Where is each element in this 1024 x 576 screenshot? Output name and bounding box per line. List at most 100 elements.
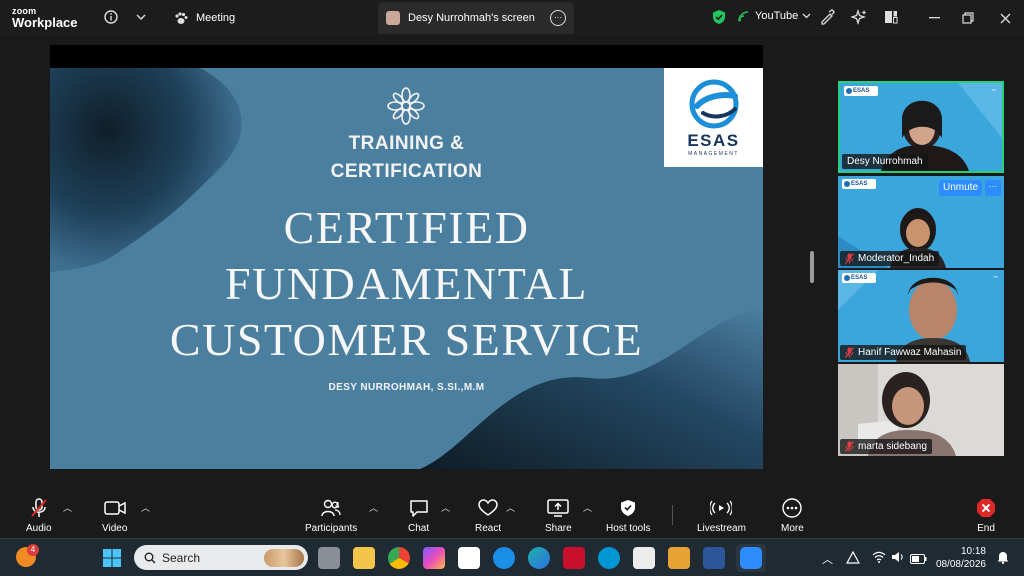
tab-shared-screen[interactable]: Desy Nurrohmah's screen ··· — [378, 2, 574, 34]
video-options-chevron-icon[interactable]: ︿ — [141, 501, 150, 514]
audio-button[interactable]: Audio — [26, 497, 52, 534]
livestream-status[interactable]: YouTube — [738, 10, 811, 22]
livestream-button[interactable]: Livestream — [697, 497, 746, 534]
esas-logo-subtext: MANAGEMENT — [688, 150, 739, 157]
help-icon[interactable] — [493, 547, 515, 569]
participant-tile[interactable]: ESAS ▪▪▪ Desy Nurrohmah — [838, 81, 1004, 173]
zoom-app-icon — [740, 547, 762, 569]
annotate-pen-icon[interactable] — [818, 8, 836, 26]
shield-check-icon[interactable] — [710, 8, 728, 26]
media-player-icon[interactable] — [668, 547, 690, 569]
meeting-info-icon[interactable] — [102, 8, 120, 26]
network-location-icon[interactable] — [845, 550, 861, 569]
share-screen-icon — [547, 499, 570, 517]
participants-button[interactable]: 4 Participants — [305, 497, 357, 534]
meeting-toolbar: Audio ︿ Video ︿ 4 Participants ︿ Chat ︿ … — [0, 491, 1024, 538]
clock-time: 10:18 — [960, 546, 986, 557]
participant-name-tag: Desy Nurrohmah — [842, 154, 928, 169]
participants-label: Participants — [305, 523, 358, 534]
participants-count: 4 — [335, 501, 340, 510]
microsoft-store-icon[interactable] — [458, 547, 480, 569]
app-window-icon[interactable] — [633, 547, 655, 569]
participants-options-chevron-icon[interactable]: ︿ — [369, 501, 378, 514]
notification-bell-icon[interactable] — [996, 550, 1010, 569]
tab-meeting[interactable]: Meeting — [174, 8, 235, 28]
livestream-icon — [710, 500, 733, 516]
presenter-avatar — [386, 11, 400, 25]
slide-subtitle: TRAINING & CERTIFICATION — [50, 130, 763, 186]
partner-watermark: ▪▪▪ — [991, 87, 996, 92]
chat-label: Chat — [408, 523, 430, 534]
more-label: More — [781, 523, 804, 534]
file-explorer-icon[interactable] — [353, 547, 375, 569]
livestream-target-label: YouTube — [755, 10, 799, 22]
mic-muted-icon — [845, 441, 854, 452]
chat-bubble-icon — [409, 500, 428, 517]
wifi-icon[interactable] — [872, 550, 886, 568]
slide-author: DESY NURROHMAH, S.SI.,M.M — [328, 382, 485, 393]
participant-name: Hanif Fawwaz Mahasin — [858, 347, 962, 358]
battery-icon[interactable] — [910, 551, 927, 569]
slide-title-line3: CUSTOMER SERVICE — [169, 314, 644, 365]
presentation-slide: TRAINING & CERTIFICATION CERTIFIED FUNDA… — [50, 68, 763, 469]
task-view-icon[interactable] — [318, 547, 340, 569]
video-button[interactable]: Video — [102, 497, 127, 534]
close-icon[interactable] — [995, 8, 1015, 28]
hp-icon[interactable] — [598, 547, 620, 569]
share-options-chevron-icon[interactable]: ︿ — [583, 501, 592, 514]
word-icon[interactable] — [703, 547, 725, 569]
slide-title: CERTIFIED FUNDAMENTAL CUSTOMER SERVICE — [50, 200, 763, 368]
chevron-down-icon — [802, 13, 811, 19]
slide-subtitle-line1: TRAINING & — [348, 133, 465, 154]
system-clock[interactable]: 10:18 08/08/2026 — [936, 545, 986, 571]
host-tools-button[interactable]: Host tools — [606, 497, 650, 534]
share-button[interactable]: Share — [545, 497, 572, 534]
minimize-icon[interactable] — [924, 8, 944, 28]
participant-name-tag: Hanif Fawwaz Mahasin — [840, 345, 967, 360]
audio-options-chevron-icon[interactable]: ︿ — [63, 501, 72, 514]
esas-watermark: ESAS — [842, 179, 876, 189]
ai-sparkle-icon[interactable] — [850, 8, 868, 26]
toolbar-divider — [672, 505, 673, 525]
paw-icon — [175, 11, 188, 24]
participant-tile[interactable]: marta sidebang — [838, 364, 1004, 456]
participant-tile[interactable]: ESAS ▪▪▪ Hanif Fawwaz Mahasin — [838, 270, 1004, 362]
react-button[interactable]: React — [475, 497, 501, 534]
end-label: End — [977, 523, 995, 534]
panel-resize-handle[interactable] — [810, 251, 814, 283]
audio-label: Audio — [26, 523, 52, 534]
slide-title-line1: CERTIFIED — [283, 202, 530, 253]
livestream-label: Livestream — [697, 523, 746, 534]
react-label: React — [475, 523, 502, 534]
chrome-icon[interactable] — [388, 547, 410, 569]
tab-shared-screen-label: Desy Nurrohmah's screen — [408, 12, 535, 24]
participant-name-tag: Moderator_Indah — [840, 251, 940, 266]
chat-button[interactable]: Chat — [408, 497, 429, 534]
mic-muted-icon — [31, 498, 47, 517]
tab-meeting-label: Meeting — [196, 12, 236, 24]
windows-start-icon[interactable] — [103, 549, 121, 572]
view-layout-icon[interactable] — [882, 8, 900, 26]
zoom-taskbar-button[interactable] — [736, 544, 766, 572]
participant-tile[interactable]: ESAS Unmute ··· Moderator_Indah — [838, 176, 1004, 268]
more-options-icon[interactable]: ··· — [550, 10, 566, 26]
unmute-button[interactable]: Unmute — [938, 180, 982, 196]
chevron-down-icon[interactable] — [132, 8, 150, 26]
edge-icon[interactable] — [528, 547, 550, 569]
shield-icon — [621, 500, 636, 516]
copilot-icon[interactable] — [423, 547, 445, 569]
more-dots-icon — [782, 498, 803, 518]
mic-muted-icon — [845, 347, 854, 358]
taskbar-search[interactable]: Search — [134, 545, 308, 570]
volume-icon[interactable] — [891, 550, 905, 568]
more-button[interactable]: More — [781, 497, 804, 534]
title-bar: zoom Workplace Meeting Desy Nurrohmah's … — [0, 0, 1024, 36]
widgets-weather-icon[interactable]: 4 — [16, 544, 39, 567]
end-meeting-button[interactable]: End — [976, 497, 996, 534]
mcafee-icon[interactable] — [563, 547, 585, 569]
chat-options-chevron-icon[interactable]: ︿ — [441, 501, 450, 514]
restore-icon[interactable] — [958, 8, 978, 28]
tray-overflow-chevron-icon[interactable]: ︿ — [822, 551, 833, 567]
react-options-chevron-icon[interactable]: ︿ — [506, 501, 515, 514]
participant-more-button[interactable]: ··· — [985, 180, 1001, 196]
